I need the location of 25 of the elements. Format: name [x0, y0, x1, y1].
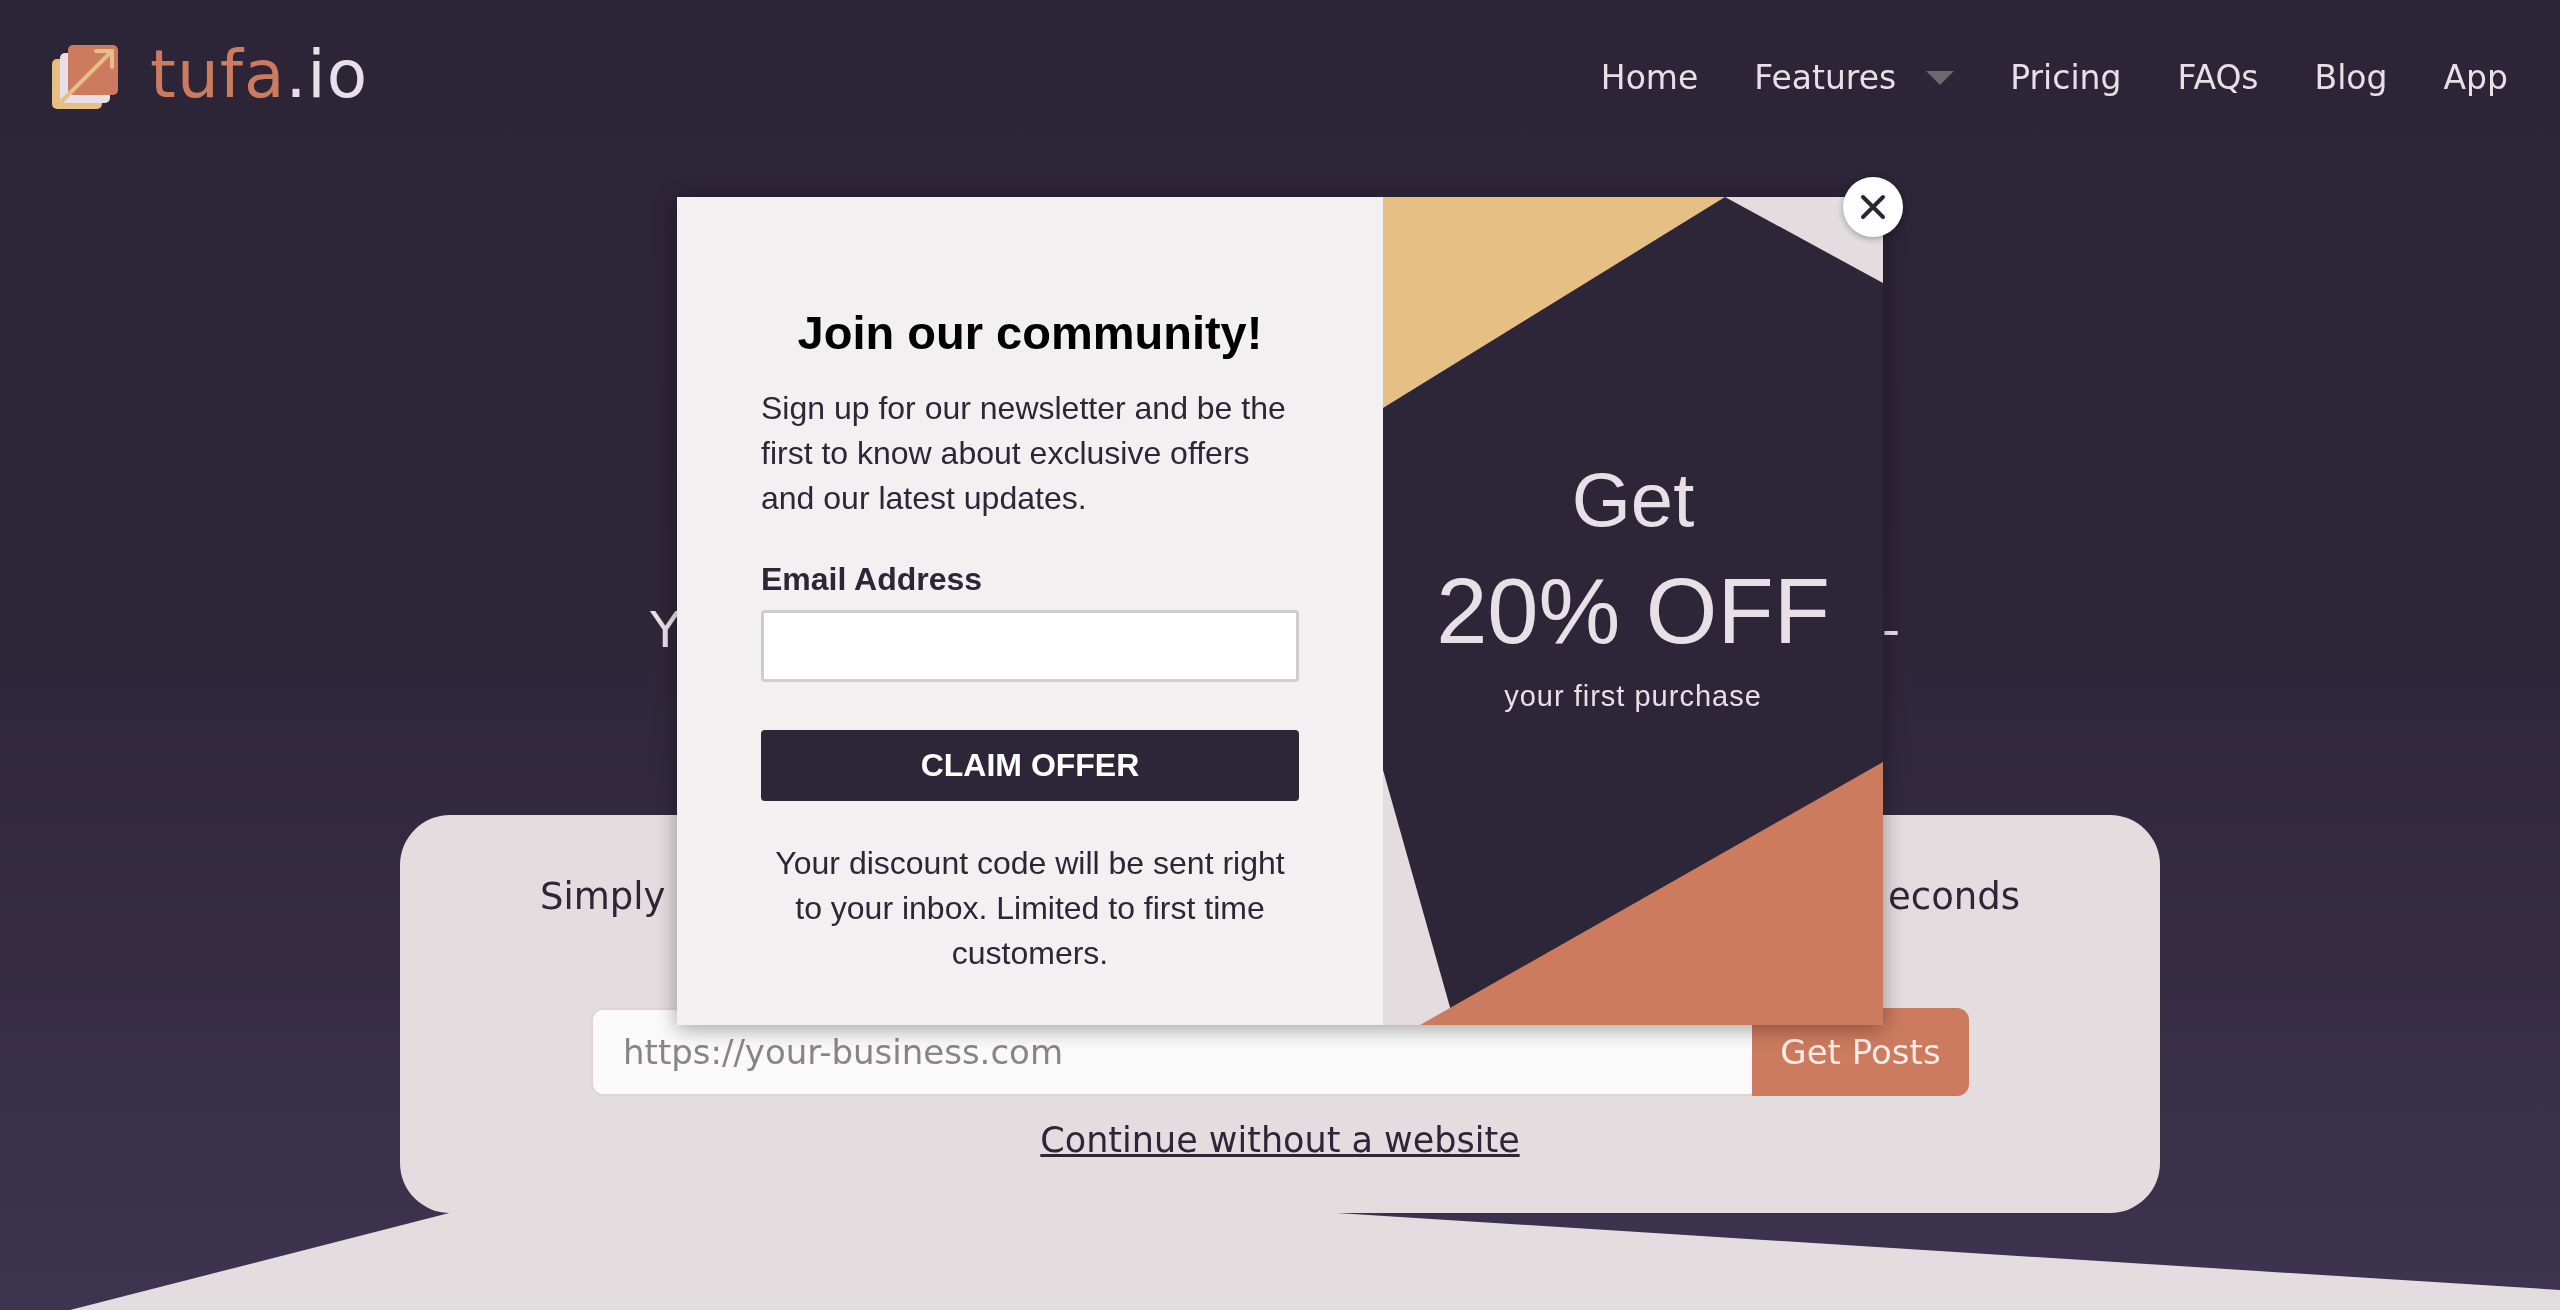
tagline: econds [1888, 875, 2020, 918]
nav-link[interactable]: Pricing [2010, 58, 2122, 97]
modal-title: Join our community! [796, 305, 1264, 360]
logo-text[interactable]: tufa.io [150, 36, 369, 113]
close-icon [1860, 194, 1886, 220]
modal-intro: Sign up for our newsletter and be the first to know about exclusive offers and our latest updates. [761, 389, 1287, 518]
nav-link[interactable]: Blog [2314, 58, 2388, 97]
promo-headline: 20% OFF [1436, 559, 1830, 664]
nav-link[interactable]: App [2443, 58, 2508, 97]
logo-icon [52, 44, 118, 111]
nav-link[interactable]: FAQs [2177, 58, 2259, 97]
modal-note: Your discount code will be sent right to your inbox. Limited to first time customers. [774, 844, 1286, 973]
email-label: Email Address [761, 561, 984, 598]
promo-subtitle: your first purchase [1504, 680, 1762, 713]
hero-heading: Y [650, 600, 681, 660]
email-field[interactable] [761, 610, 1299, 682]
continue-link[interactable]: Continue without a website [1040, 1120, 1520, 1160]
caret-icon [1926, 70, 1955, 85]
promo-lead: Get [1571, 456, 1695, 544]
nav-link[interactable]: Features [1754, 58, 1955, 97]
tagline: Simply [540, 875, 666, 918]
claim-offer-button[interactable]: CLAIM OFFER [761, 730, 1299, 801]
hero-heading: - [1881, 600, 1900, 660]
nav-link[interactable]: Home [1600, 58, 1699, 97]
close-button[interactable] [1843, 177, 1903, 237]
